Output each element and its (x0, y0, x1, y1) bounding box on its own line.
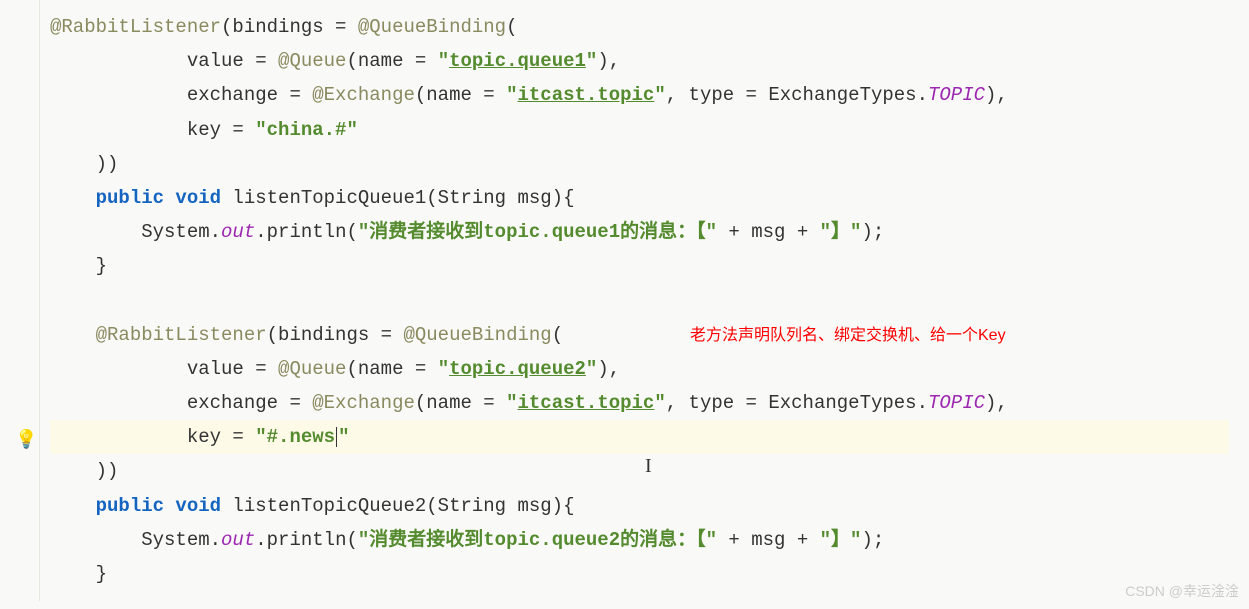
code-line-active[interactable]: 💡 key = "#.news"I (50, 420, 1229, 454)
code-line[interactable]: public void listenTopicQueue2(String msg… (50, 489, 1229, 523)
code-line[interactable] (50, 284, 1229, 318)
watermark: CSDN @幸运淦淦 (1125, 579, 1239, 604)
code-line[interactable]: key = "china.#" (50, 113, 1229, 147)
code-line[interactable]: value = @Queue(name = "topic.queue1"), (50, 44, 1229, 78)
user-annotation: 老方法声明队列名、绑定交换机、给一个Key (690, 322, 1006, 351)
text-cursor (336, 427, 337, 447)
code-line[interactable]: @RabbitListener(bindings = @QueueBinding… (50, 10, 1229, 44)
code-line[interactable]: exchange = @Exchange(name = "itcast.topi… (50, 78, 1229, 112)
code-line[interactable]: )) (50, 454, 1229, 488)
annotation: @RabbitListener (50, 16, 221, 38)
code-line[interactable]: public void listenTopicQueue1(String msg… (50, 181, 1229, 215)
code-line[interactable]: value = @Queue(name = "topic.queue2"), (50, 352, 1229, 386)
code-line[interactable]: exchange = @Exchange(name = "itcast.topi… (50, 386, 1229, 420)
code-line[interactable]: @RabbitListener(bindings = @QueueBinding… (50, 318, 1229, 352)
code-editor[interactable]: @RabbitListener(bindings = @QueueBinding… (0, 10, 1249, 591)
code-line[interactable]: )) (50, 147, 1229, 181)
code-line[interactable]: System.out.println("消费者接收到topic.queue1的消… (50, 215, 1229, 249)
editor-gutter (0, 0, 40, 601)
code-line[interactable]: } (50, 249, 1229, 283)
code-line[interactable]: } (50, 557, 1229, 591)
lightbulb-icon[interactable]: 💡 (15, 425, 37, 457)
code-line[interactable]: System.out.println("消费者接收到topic.queue2的消… (50, 523, 1229, 557)
